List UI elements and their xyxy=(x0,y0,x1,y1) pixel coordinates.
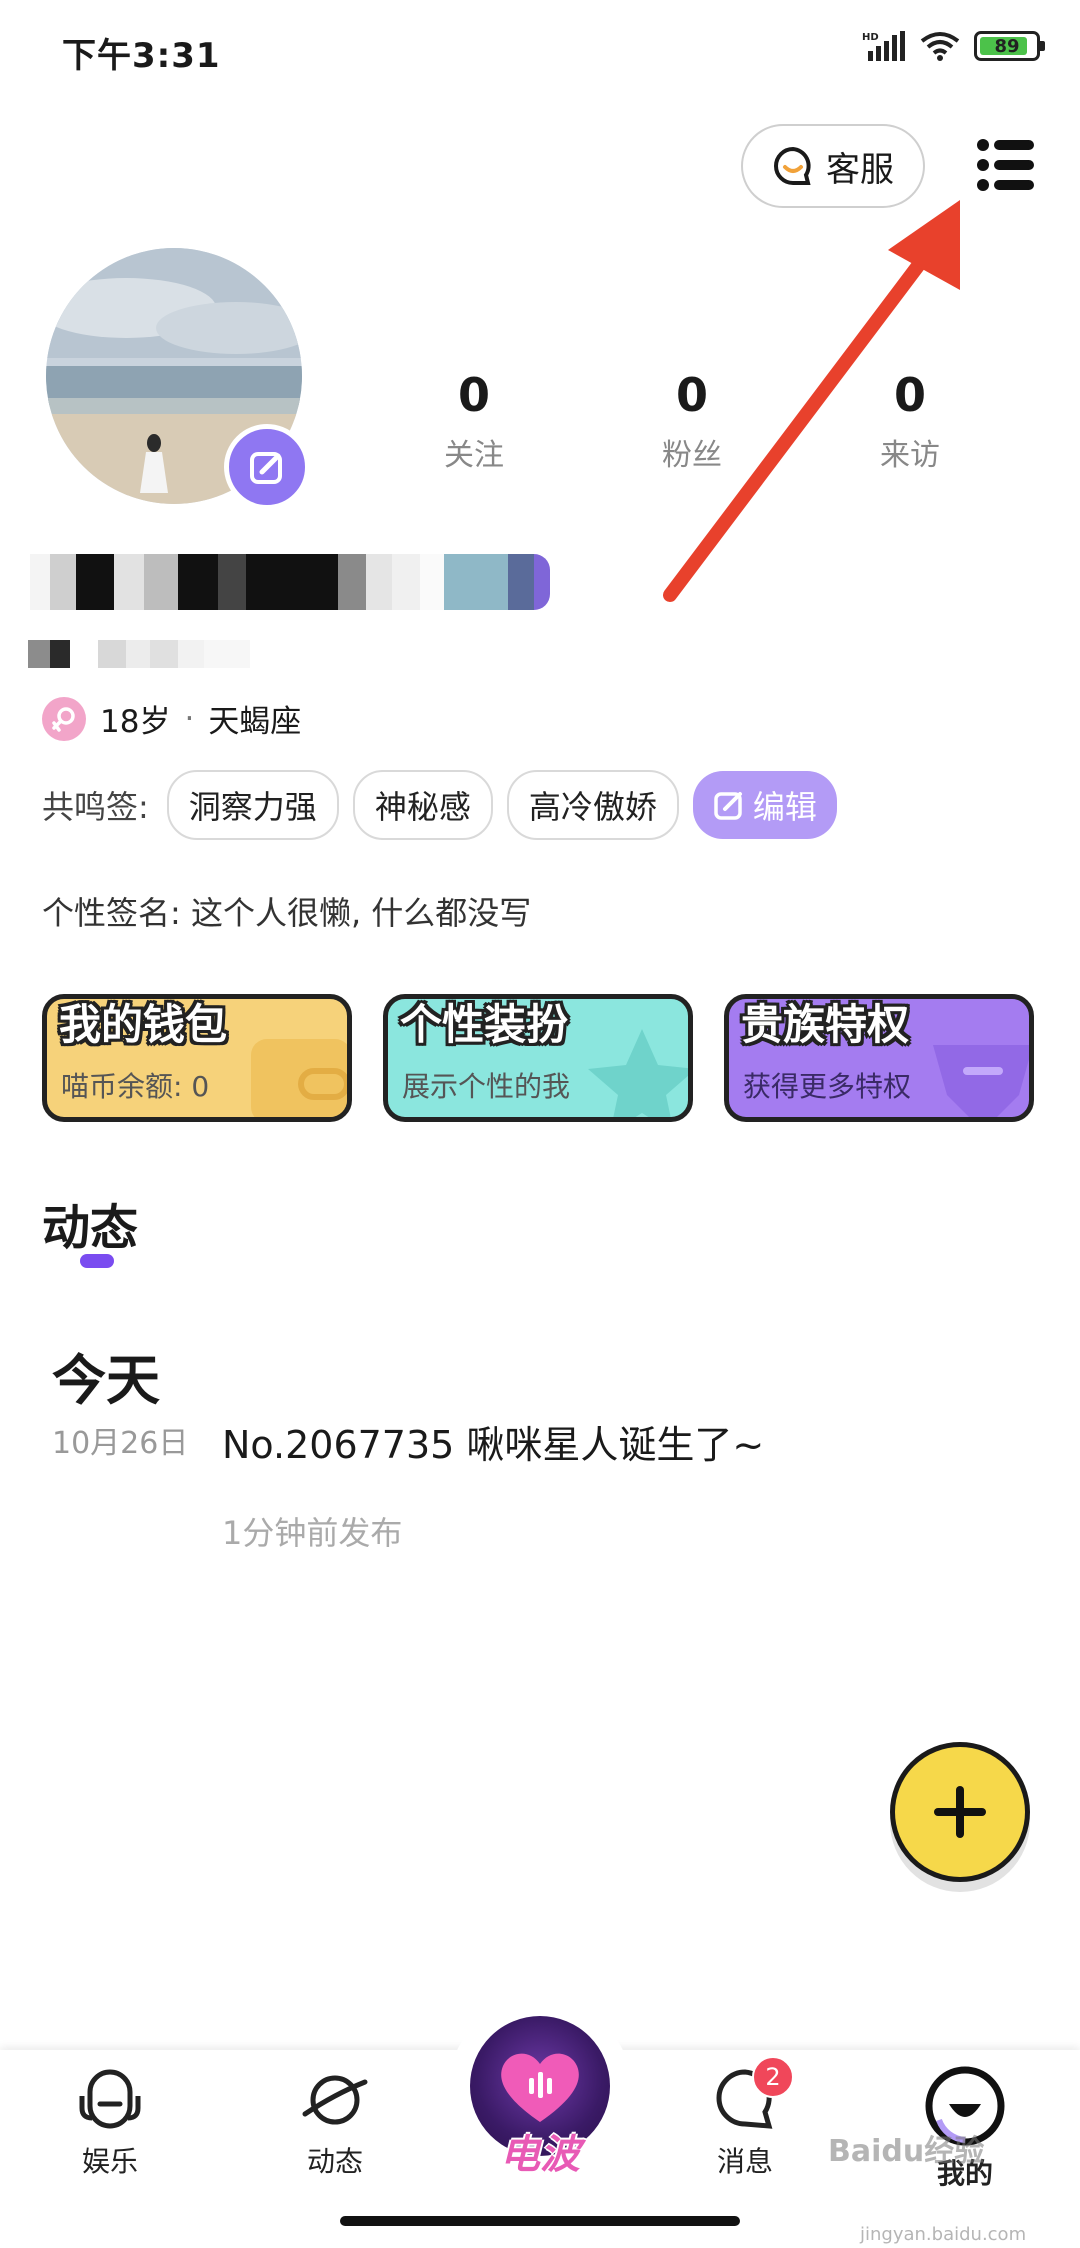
redacted-user-id xyxy=(28,640,250,668)
diamond-icon xyxy=(933,1045,1029,1117)
stat-following-value: 0 xyxy=(457,368,490,422)
planet-icon xyxy=(302,2075,368,2125)
stat-visitors-value: 0 xyxy=(893,368,926,422)
dress-up-card[interactable]: 个性装扮 展示个性的我 xyxy=(383,994,693,1122)
watermark: Baidu经验 xyxy=(828,2134,985,2169)
age-text: 18岁 xyxy=(100,704,171,740)
svg-text:HD: HD xyxy=(862,32,879,43)
messages-badge: 2 xyxy=(752,2056,794,2098)
dress-up-card-title: 个性装扮 xyxy=(400,1000,569,1049)
female-icon xyxy=(42,696,86,741)
privilege-card-title: 贵族特权 xyxy=(741,1000,910,1049)
wallet-card[interactable]: 我的钱包 喵币余额: 0 xyxy=(42,994,352,1122)
privilege-card-subtitle: 获得更多特权 xyxy=(743,1070,912,1103)
menu-icon[interactable] xyxy=(976,138,1036,192)
nav-item-messages[interactable]: 消息 xyxy=(675,2064,815,2180)
stat-following[interactable]: 0 关注 xyxy=(404,368,544,474)
status-icons: HD 89 xyxy=(862,26,1045,66)
edit-avatar-button[interactable] xyxy=(224,424,310,510)
info-separator: · xyxy=(184,700,195,737)
feed-section-title[interactable]: 动态 xyxy=(42,1188,138,1258)
status-time: 下午3:31 xyxy=(62,36,221,76)
edit-icon xyxy=(714,792,742,820)
stat-visitors[interactable]: 0 来访 xyxy=(840,368,980,474)
feed-post-time: 1分钟前发布 xyxy=(222,1514,403,1552)
stat-following-label: 关注 xyxy=(444,438,504,473)
nav-label-radio-wave: 电波 xyxy=(500,2132,580,2178)
wallet-card-title: 我的钱包 xyxy=(59,1000,228,1049)
customer-service-label: 客服 xyxy=(826,149,894,190)
nav-label-feed: 动态 xyxy=(306,2145,363,2178)
plus-icon xyxy=(934,1786,986,1838)
redacted-nickname xyxy=(30,554,550,610)
add-post-button[interactable] xyxy=(890,1742,1030,1882)
edit-tags-button[interactable]: 编辑 xyxy=(692,771,837,839)
battery-level: 89 xyxy=(994,35,1020,57)
nav-item-entertainment[interactable]: 娱乐 xyxy=(40,2064,180,2180)
edit-icon xyxy=(250,452,282,484)
edit-tags-label: 编辑 xyxy=(752,788,817,826)
nav-label-entertainment: 娱乐 xyxy=(81,2145,138,2178)
feed-date: 10月26日 xyxy=(52,1426,189,1461)
profile-info: 18岁 · 天蝎座 xyxy=(42,696,301,741)
heart-wave-icon xyxy=(501,2053,579,2122)
chat-bubble-icon xyxy=(774,146,811,185)
feed-day-label: 今天 xyxy=(52,1349,160,1412)
battery-icon: 89 xyxy=(974,31,1045,61)
resonance-tags: 共鸣签: 洞察力强 神秘感 高冷傲娇 编辑 xyxy=(42,770,837,840)
nav-item-feed[interactable]: 动态 xyxy=(265,2064,405,2180)
home-indicator[interactable] xyxy=(340,2216,740,2226)
star-icon xyxy=(588,1029,688,1117)
dress-up-card-subtitle: 展示个性的我 xyxy=(402,1070,571,1103)
zodiac-text: 天蝎座 xyxy=(208,704,302,740)
signature-text[interactable]: 个性签名: 这个人很懒, 什么都没写 xyxy=(42,888,531,934)
wallet-icon xyxy=(251,1039,347,1117)
privilege-card[interactable]: 贵族特权 获得更多特权 xyxy=(724,994,1034,1122)
wifi-icon xyxy=(920,32,960,61)
stat-fans-label: 粉丝 xyxy=(662,438,722,473)
feed-tab-indicator xyxy=(80,1254,114,1268)
tags-title: 共鸣签: xyxy=(42,788,149,826)
tag-item[interactable]: 洞察力强 xyxy=(166,770,339,840)
nav-label-messages: 消息 xyxy=(716,2145,773,2178)
stat-fans[interactable]: 0 粉丝 xyxy=(622,368,762,474)
tag-item[interactable]: 高冷傲娇 xyxy=(506,770,679,840)
watermark-url: jingyan.baidu.com xyxy=(860,2224,1027,2245)
wallet-card-subtitle: 喵币余额: 0 xyxy=(61,1070,210,1103)
stat-fans-value: 0 xyxy=(675,368,708,422)
signal-icon: HD xyxy=(862,31,905,61)
stat-visitors-label: 来访 xyxy=(880,438,940,473)
entertainment-icon xyxy=(79,2069,141,2129)
tag-item[interactable]: 神秘感 xyxy=(352,770,493,840)
feed-post-text[interactable]: No.2067735 啾咪星人诞生了~ xyxy=(222,1414,764,1469)
